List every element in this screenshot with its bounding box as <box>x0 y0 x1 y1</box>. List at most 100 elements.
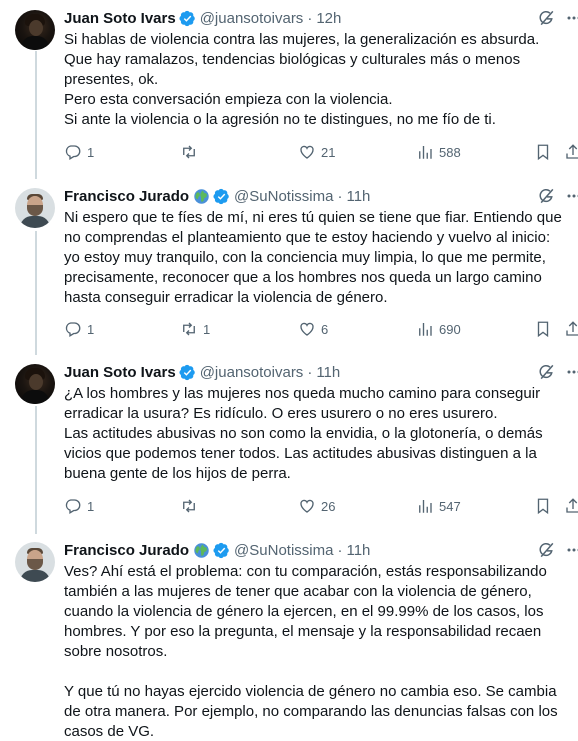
author-handle[interactable]: @SuNotissima <box>234 542 333 559</box>
like-count: 21 <box>321 144 336 160</box>
views-count: 588 <box>439 144 461 160</box>
timestamp[interactable]: 11h <box>346 542 370 559</box>
reply-icon <box>65 499 81 514</box>
tweet-line: hombres. Y por eso la pregunta, el mensa… <box>64 623 542 640</box>
tweet-line: vicios que podemos tener todos. Las acti… <box>64 445 537 462</box>
bookmark-button[interactable] <box>534 142 552 162</box>
views-count: 547 <box>439 498 461 514</box>
thread-line <box>35 231 37 355</box>
more-icon[interactable] <box>566 542 578 558</box>
timestamp[interactable]: 11h <box>346 188 370 205</box>
grok-icon[interactable] <box>537 186 557 206</box>
views-icon <box>419 323 432 336</box>
tweet-line: precisamente, reconocer que a los hombre… <box>64 269 542 286</box>
grok-icon[interactable] <box>537 8 557 28</box>
like-button[interactable]: 21 <box>298 142 335 162</box>
tweet-line: casos de VG. <box>64 723 155 740</box>
reply-icon <box>65 322 81 337</box>
thread-line <box>35 51 37 179</box>
reply-count: 1 <box>87 498 95 514</box>
share-button[interactable] <box>564 142 578 162</box>
author-name[interactable]: Juan Soto Ivars <box>64 10 176 27</box>
timestamp[interactable]: 11h <box>316 364 340 381</box>
grok-icon[interactable] <box>537 540 557 560</box>
tweet-text: Si hablas de violencia contra las mujere… <box>64 30 574 130</box>
reply-count: 1 <box>87 144 95 160</box>
separator-dot: · <box>307 9 313 27</box>
avatar[interactable] <box>15 10 55 50</box>
separator-dot: · <box>337 541 343 559</box>
separator-dot: · <box>337 187 343 205</box>
retweet-icon <box>183 145 195 159</box>
like-count: 26 <box>321 498 336 514</box>
author-name[interactable]: Juan Soto Ivars <box>64 364 176 381</box>
avatar[interactable] <box>15 542 55 582</box>
tweet-line: Y que tú no hayas ejercido violencia de … <box>64 683 557 700</box>
reply-button[interactable]: 1 <box>64 142 94 162</box>
views-button[interactable]: 588 <box>416 142 461 162</box>
author-name[interactable]: Francisco Jurado <box>64 542 189 559</box>
reply-count: 1 <box>87 321 95 337</box>
separator-dot: · <box>307 363 313 381</box>
verified-badge-icon <box>213 542 229 558</box>
bookmark-button[interactable] <box>534 319 552 339</box>
bookmark-button[interactable] <box>534 496 552 516</box>
share-button[interactable] <box>564 496 578 516</box>
retweet-count: 1 <box>203 321 211 337</box>
views-button[interactable]: 690 <box>416 319 461 339</box>
tweet-header: Juan Soto Ivars @juansotoivars · 12h <box>64 8 341 28</box>
reply-button[interactable]: 1 <box>64 319 94 339</box>
tweet-text: ¿A los hombres y las mujeres nos queda m… <box>64 384 574 484</box>
share-icon <box>566 144 578 159</box>
like-button[interactable]: 6 <box>298 319 328 339</box>
retweet-button[interactable] <box>180 142 203 162</box>
more-icon[interactable] <box>566 364 578 380</box>
bookmark-icon <box>537 498 549 515</box>
tweet-line: yo estoy muy tranquilo, con la concienci… <box>64 249 546 266</box>
heart-icon <box>300 322 314 336</box>
tweet-line: buena gente de los hijos de perra. <box>64 465 291 482</box>
share-icon <box>566 498 578 513</box>
avatar[interactable] <box>15 364 55 404</box>
reply-button[interactable]: 1 <box>64 496 94 516</box>
grok-icon[interactable] <box>537 362 557 382</box>
retweet-button[interactable]: 1 <box>180 319 210 339</box>
retweet-button[interactable] <box>180 496 203 516</box>
like-count: 6 <box>321 321 329 337</box>
tweet-actions: 1 21 588 <box>58 142 578 162</box>
verified-badge-icon <box>213 188 229 204</box>
tweet-line: hasta conseguir erradicar la violencia d… <box>64 289 388 306</box>
verified-badge-icon <box>179 364 195 380</box>
tweet-line: Que hay ramalazos, tendencias biológicas… <box>64 51 521 68</box>
thread-line <box>35 406 37 534</box>
more-icon[interactable] <box>566 10 578 26</box>
tweet-line: cuando la violencia de género la ejercen… <box>64 603 544 620</box>
views-button[interactable]: 547 <box>416 496 461 516</box>
tweet-line: también a las mujeres de tener que acaba… <box>64 583 532 600</box>
tweet-line: no comprendas el planteamiento que te es… <box>64 229 551 246</box>
reply-icon <box>65 145 81 160</box>
tweet-line: Ni espero que te fíes de mí, ni eres tú … <box>64 209 562 226</box>
avatar[interactable] <box>15 188 55 228</box>
author-handle[interactable]: @SuNotissima <box>234 188 333 205</box>
like-button[interactable]: 26 <box>298 496 335 516</box>
tweet-actions: 1 1 6 690 <box>58 319 578 339</box>
author-name[interactable]: Francisco Jurado <box>64 188 189 205</box>
tweet-line: presentes, ok. <box>64 71 159 88</box>
tweet-line: Si hablas de violencia contra las mujere… <box>64 31 540 48</box>
more-icon[interactable] <box>566 188 578 204</box>
share-icon <box>566 321 578 336</box>
views-count: 690 <box>439 321 461 337</box>
views-icon <box>419 146 432 159</box>
tweet-line: Pero esta conversación empieza con la vi… <box>64 91 393 108</box>
globe-emoji-icon <box>194 542 209 558</box>
tweet-header: Francisco Jurado @SuNotissima · 11h <box>64 540 370 560</box>
author-handle[interactable]: @juansotoivars <box>200 364 304 381</box>
share-button[interactable] <box>564 319 578 339</box>
author-handle[interactable]: @juansotoivars <box>200 10 304 27</box>
tweet-line: ¿A los hombres y las mujeres nos queda m… <box>64 385 541 402</box>
retweet-icon <box>183 322 195 336</box>
verified-badge-icon <box>179 10 195 26</box>
timestamp[interactable]: 12h <box>316 10 341 27</box>
